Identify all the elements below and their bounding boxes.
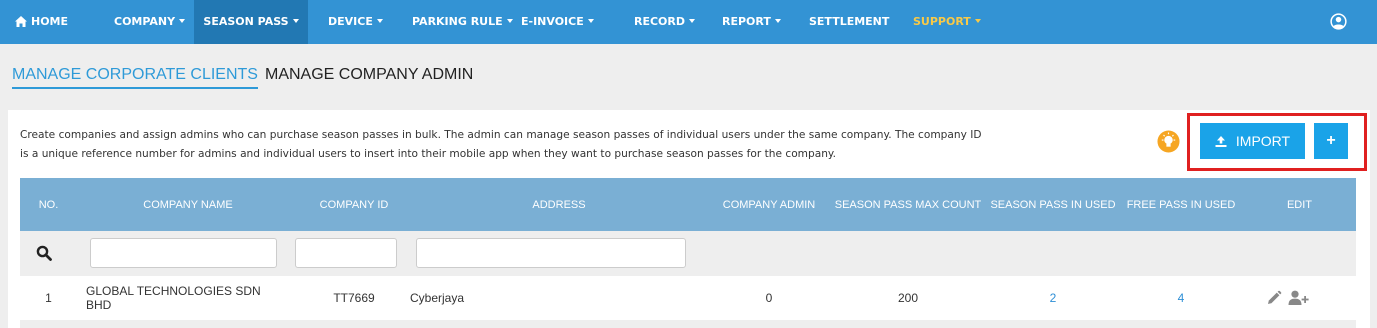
search-icon[interactable] [36, 245, 52, 261]
add-user-icon[interactable] [1288, 290, 1310, 306]
home-icon [15, 15, 27, 27]
nav-device-label: DEVICE [328, 15, 373, 28]
header-company-name: COMPANY NAME [143, 198, 233, 211]
nav-company[interactable]: COMPANY [114, 0, 186, 44]
tab-manage-company-admin[interactable]: MANAGE COMPANY ADMIN [265, 66, 473, 84]
nav-season-pass[interactable]: SEASON PASS [194, 0, 308, 44]
import-button-label: IMPORT [1235, 133, 1291, 149]
cell-company-id: TT7669 [333, 291, 375, 305]
nav-settlement[interactable]: SETTLEMENT [809, 0, 889, 44]
cell-season-pass-in-used-link[interactable]: 2 [987, 276, 1119, 320]
content-panel: Create companies and assign admins who c… [8, 110, 1370, 328]
nav-support[interactable]: SUPPORT [913, 0, 981, 44]
tab-manage-corporate-clients[interactable]: MANAGE CORPORATE CLIENTS [12, 66, 258, 89]
edit-actions [1266, 290, 1310, 306]
nav-home[interactable]: HOME [15, 0, 68, 44]
add-company-button[interactable]: + [1314, 123, 1348, 159]
caret-down-icon [689, 19, 696, 23]
nav-report[interactable]: REPORT [722, 0, 781, 44]
caret-down-icon [774, 19, 781, 23]
cell-address: Cyberjaya [410, 291, 465, 305]
header-no: NO. [38, 198, 59, 211]
header-free-pass-in-used: FREE PASS IN USED [1126, 198, 1236, 211]
cell-season-pass-max-count: 200 [897, 291, 919, 305]
caret-down-icon [587, 19, 594, 23]
header-edit: EDIT [1286, 198, 1313, 211]
nav-season-pass-label: SEASON PASS [203, 15, 289, 28]
nav-report-label: REPORT [722, 15, 771, 28]
header-season-pass-max-count: SEASON PASS MAX COUNT [834, 198, 982, 211]
filter-row [20, 231, 1356, 276]
cell-company-admin: 0 [765, 291, 773, 305]
header-season-pass-in-used: SEASON PASS IN USED [990, 198, 1116, 211]
caret-down-icon [376, 19, 383, 23]
import-button[interactable]: IMPORT [1200, 123, 1305, 159]
top-nav: HOME COMPANY SEASON PASS DEVICE PARKING … [0, 0, 1377, 44]
filter-company-id-input[interactable] [295, 238, 397, 268]
lightbulb-icon[interactable] [1157, 130, 1180, 153]
cell-no: 1 [45, 291, 52, 305]
nav-device[interactable]: DEVICE [328, 0, 383, 44]
table-next-row [20, 320, 1356, 328]
header-address: ADDRESS [532, 198, 586, 211]
nav-parking-rule-label: PARKING RULE [412, 15, 503, 28]
nav-e-invoice-label: E-INVOICE [521, 15, 584, 28]
nav-parking-rule[interactable]: PARKING RULE [412, 0, 513, 44]
filter-company-name-input[interactable] [90, 238, 277, 268]
caret-down-icon [974, 19, 981, 23]
nav-e-invoice[interactable]: E-INVOICE [521, 0, 594, 44]
header-company-admin: COMPANY ADMIN [722, 198, 816, 211]
user-circle-icon[interactable] [1330, 13, 1347, 30]
caret-down-icon [292, 19, 299, 23]
header-company-id: COMPANY ID [319, 198, 389, 211]
table-header: NO. COMPANY NAME COMPANY ID ADDRESS COMP… [20, 178, 1356, 231]
caret-down-icon [179, 19, 186, 23]
page-description: Create companies and assign admins who c… [20, 129, 982, 160]
upload-icon [1215, 135, 1227, 147]
plus-icon: + [1326, 132, 1336, 149]
nav-record-label: RECORD [634, 15, 686, 28]
filter-address-input[interactable] [416, 238, 686, 268]
pencil-icon[interactable] [1266, 290, 1282, 306]
table-row: 1 GLOBAL TECHNOLOGIES SDN BHD TT7669 Cyb… [20, 276, 1356, 320]
cell-free-pass-in-used-link[interactable]: 4 [1119, 276, 1243, 320]
nav-record[interactable]: RECORD [634, 0, 696, 44]
nav-company-label: COMPANY [114, 15, 176, 28]
caret-down-icon [506, 19, 513, 23]
nav-support-label: SUPPORT [913, 15, 971, 28]
nav-home-label: HOME [31, 15, 69, 28]
nav-settlement-label: SETTLEMENT [809, 15, 890, 28]
cell-company-name: GLOBAL TECHNOLOGIES SDN BHD [86, 284, 261, 312]
